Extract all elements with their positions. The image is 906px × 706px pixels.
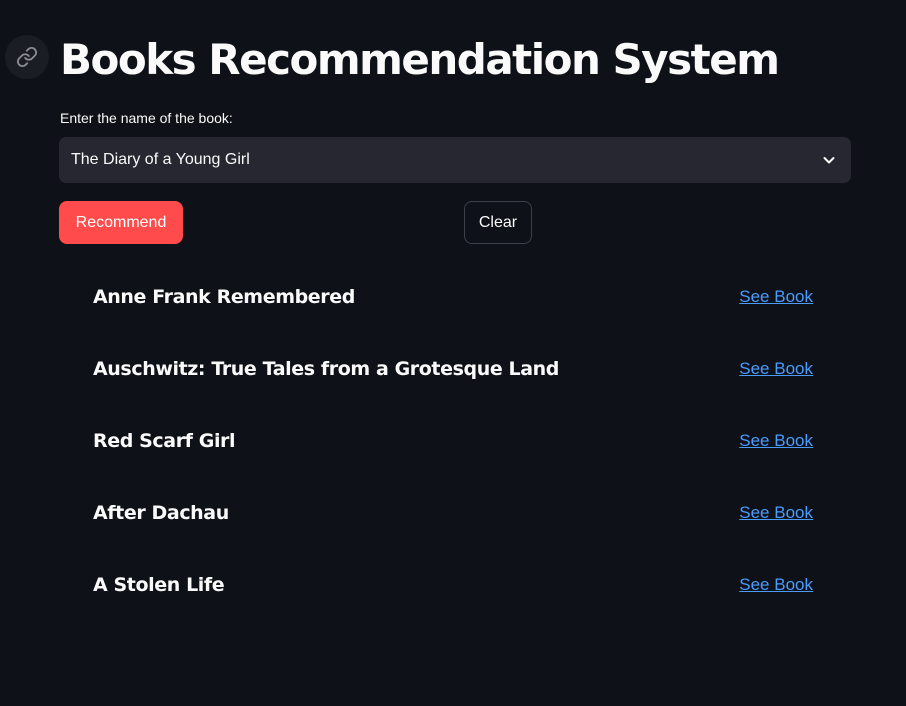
- book-title: Anne Frank Remembered: [93, 286, 355, 308]
- book-select-value: The Diary of a Young Girl: [71, 151, 250, 168]
- see-book-link[interactable]: See Book: [739, 359, 813, 379]
- book-select[interactable]: The Diary of a Young Girl: [59, 137, 851, 183]
- see-book-link[interactable]: See Book: [739, 503, 813, 523]
- recommendation-item: A Stolen Life See Book: [93, 570, 813, 642]
- recommendation-item: After Dachau See Book: [93, 498, 813, 570]
- see-book-link[interactable]: See Book: [739, 575, 813, 595]
- book-select-label: Enter the name of the book:: [60, 110, 233, 126]
- page-title: Books Recommendation System: [60, 35, 780, 84]
- see-book-link[interactable]: See Book: [739, 431, 813, 451]
- recommendation-item: Anne Frank Remembered See Book: [93, 282, 813, 354]
- book-title: Red Scarf Girl: [93, 430, 236, 452]
- recommendation-item: Auschwitz: True Tales from a Grotesque L…: [93, 354, 813, 426]
- see-book-link[interactable]: See Book: [739, 287, 813, 307]
- recommendation-list: Anne Frank Remembered See Book Auschwitz…: [93, 282, 813, 642]
- recommend-button[interactable]: Recommend: [59, 201, 183, 244]
- book-title: Auschwitz: True Tales from a Grotesque L…: [93, 358, 559, 380]
- link-icon: [16, 46, 38, 68]
- recommendation-item: Red Scarf Girl See Book: [93, 426, 813, 498]
- book-title: A Stolen Life: [93, 574, 225, 596]
- book-title: After Dachau: [93, 502, 229, 524]
- chevron-down-icon: [823, 157, 835, 164]
- clear-button[interactable]: Clear: [464, 201, 532, 244]
- anchor-link-button[interactable]: [5, 35, 49, 79]
